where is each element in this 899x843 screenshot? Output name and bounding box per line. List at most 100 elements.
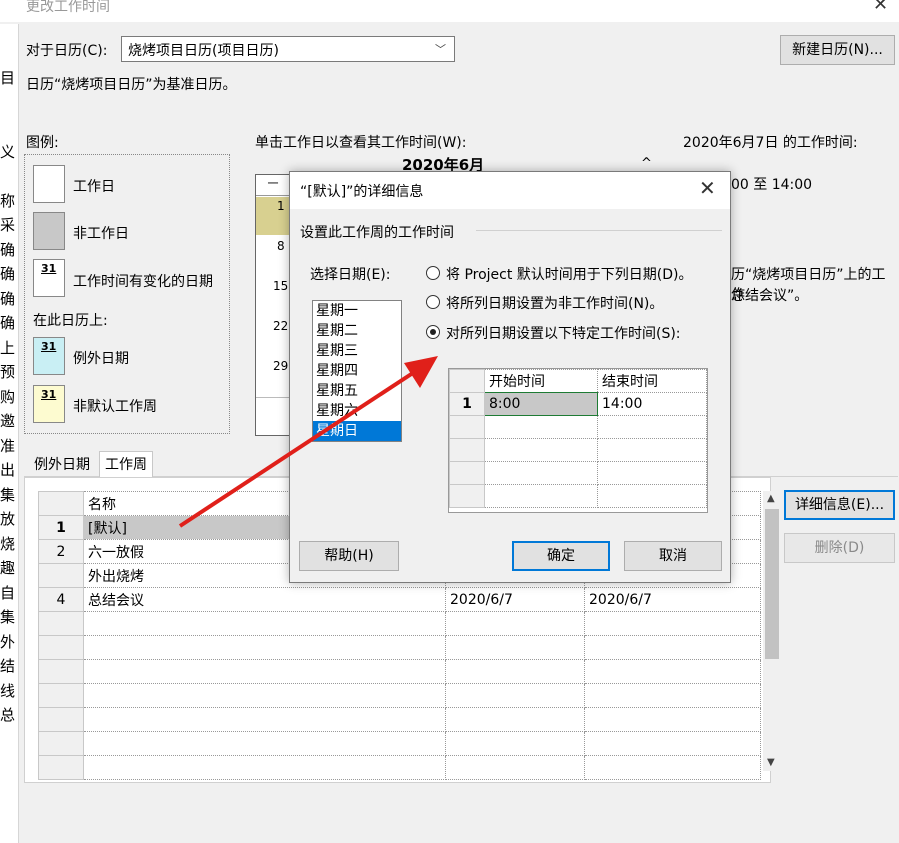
table-row-empty[interactable] <box>38 755 761 780</box>
tab-work-weeks[interactable]: 工作周 <box>99 451 153 478</box>
day-item-saturday[interactable]: 星期六 <box>313 401 401 421</box>
scroll-down-arrow-icon[interactable]: ▼ <box>767 757 775 768</box>
background-strip-char: 自 <box>0 583 16 602</box>
details-button[interactable]: 详细信息(E)... <box>784 490 895 520</box>
table-cell-name[interactable]: 总结会议 <box>83 587 446 612</box>
background-strip-char: 确 <box>0 265 16 283</box>
table-cell-start[interactable]: 2020/6/7 <box>445 587 585 612</box>
calendar-for-label: 对于日历(C): <box>26 43 108 59</box>
legend-working-label: 工作日 <box>73 179 115 195</box>
scrollbar-thumb[interactable] <box>765 509 779 659</box>
background-strip-char: 外 <box>0 632 16 651</box>
weekday-header: 一 <box>256 175 290 196</box>
working-times-table: 开始时间 结束时间 1 8:00 14:00 <box>449 369 707 508</box>
legend-exception-label: 例外日期 <box>73 351 129 367</box>
background-strip-char: 义 <box>0 142 16 161</box>
close-icon[interactable]: ✕ <box>873 0 888 15</box>
working-time-row-empty[interactable] <box>449 461 707 485</box>
row-number[interactable] <box>38 563 84 588</box>
day-item-sunday[interactable]: 星期日 <box>313 421 401 441</box>
calendar-day-8[interactable]: 8 <box>277 239 285 253</box>
delete-button[interactable]: 删除(D) <box>784 533 895 563</box>
radio-nonworking[interactable] <box>426 295 440 309</box>
legend-nondefault-label: 非默认工作周 <box>73 399 157 415</box>
row-header-corner <box>38 491 84 516</box>
day-item-monday[interactable]: 星期一 <box>313 301 401 321</box>
calendar-day-15[interactable]: 15 <box>273 279 288 293</box>
working-times-grid: 开始时间 结束时间 1 8:00 14:00 <box>448 368 708 513</box>
day-item-wednesday[interactable]: 星期三 <box>313 341 401 361</box>
row-number[interactable]: 1 <box>38 515 84 540</box>
column-header-end-time: 结束时间 <box>597 369 707 393</box>
table-row-empty[interactable] <box>38 611 761 636</box>
row-number[interactable]: 4 <box>38 587 84 612</box>
calendar-day-selected[interactable] <box>256 197 290 235</box>
calendar-day-29[interactable]: 29 <box>273 359 288 373</box>
table-row[interactable]: 4 总结会议 2020/6/7 2020/6/7 <box>38 587 761 612</box>
table-row-empty[interactable] <box>38 707 761 732</box>
radio-specific-times[interactable] <box>426 325 440 339</box>
cancel-button[interactable]: 取消 <box>624 541 722 571</box>
table-row-empty[interactable] <box>38 635 761 660</box>
legend-on-calendar-label: 在此日历上: <box>33 313 108 329</box>
table-row-empty[interactable] <box>38 731 761 756</box>
selected-date-heading: 2020年6月7日 的工作时间: <box>683 135 858 151</box>
tab-exceptions[interactable]: 例外日期 <box>29 452 95 478</box>
scroll-up-arrow-icon[interactable]: ▲ <box>767 493 775 504</box>
background-strip-char: 准 <box>0 436 16 455</box>
working-time-row-empty[interactable] <box>449 438 707 462</box>
option-specific-times-label: 对所列日期设置以下特定工作时间(S): <box>446 326 681 342</box>
background-strip-char: 称 <box>0 191 16 210</box>
changed-day-swatch: 31 <box>33 259 65 297</box>
help-button[interactable]: 帮助(H) <box>299 541 399 571</box>
background-strip-char: 上 <box>0 338 16 357</box>
day-list[interactable]: 星期一 星期二 星期三 星期四 星期五 星期六 星期日 <box>312 300 402 442</box>
ok-button[interactable]: 确定 <box>512 541 610 571</box>
start-time-cell[interactable]: 8:00 <box>484 392 598 416</box>
day-item-thursday[interactable]: 星期四 <box>313 361 401 381</box>
radio-use-default[interactable] <box>426 266 440 280</box>
working-time-row-number[interactable]: 1 <box>449 392 485 416</box>
calendar-select[interactable]: 烧烤项目日历(项目日历) ﹀ <box>121 36 455 62</box>
nondefault-week-number: 31 <box>41 388 57 401</box>
row-number[interactable]: 2 <box>38 539 84 564</box>
calendar-day-22[interactable]: 22 <box>273 319 288 333</box>
table-cell-end[interactable]: 2020/6/7 <box>584 587 761 612</box>
background-strip-char <box>0 164 18 189</box>
background-strip-char: 确 <box>0 314 16 332</box>
details-dialog: “[默认]”的详细信息 ✕ 设置此工作周的工作时间 选择日期(E): 星期一 星… <box>289 171 731 583</box>
base-calendar-note: 日历“烧烤项目日历”为基准日历。 <box>26 77 237 93</box>
select-days-label: 选择日期(E): <box>310 267 391 283</box>
option-use-default-label: 将 Project 默认时间用于下列日期(D)。 <box>446 267 693 283</box>
table-scrollbar[interactable]: ▲ ▼ <box>763 491 781 771</box>
end-time-cell[interactable]: 14:00 <box>597 392 707 416</box>
working-time-row-empty[interactable] <box>449 415 707 439</box>
dialog-close-icon[interactable]: ✕ <box>699 176 716 200</box>
new-calendar-button[interactable]: 新建日历(N)... <box>780 35 895 65</box>
calendar-select-value: 烧烤项目日历(项目日历) <box>128 43 279 59</box>
calendar-day-1[interactable]: 1 <box>277 199 285 213</box>
background-strip-char: 目 <box>0 69 16 87</box>
chevron-down-icon: ﹀ <box>435 43 446 56</box>
scroll-up-icon[interactable]: ^ <box>641 156 652 171</box>
background-strip-char: 购 <box>0 387 16 406</box>
day-item-friday[interactable]: 星期五 <box>313 381 401 401</box>
background-strip-char: 结 <box>0 657 16 675</box>
background-strip-char: 线 <box>0 681 16 700</box>
working-times-corner <box>449 369 485 393</box>
day-item-tuesday[interactable]: 星期二 <box>313 321 401 341</box>
exception-day-number: 31 <box>41 340 57 353</box>
table-row-empty[interactable] <box>38 659 761 684</box>
calendar-grid[interactable]: 一 1 8 15 22 29 <box>255 174 291 436</box>
dialog-title: “[默认]”的详细信息 <box>300 184 424 200</box>
working-time-row[interactable]: 1 8:00 14:00 <box>449 392 707 416</box>
exception-day-swatch: 31 <box>33 337 65 375</box>
changed-day-number: 31 <box>41 262 57 275</box>
working-time-row-empty[interactable] <box>449 484 707 508</box>
background-window-strip: 目 义 称采确确确确上预购邀准出集放烧趣自集外结线总 <box>0 24 19 843</box>
legend-panel: 工作日 非工作日 31 工作时间有变化的日期 在此日历上: 31 例外日期 31… <box>24 154 230 434</box>
background-strip-char <box>0 91 18 116</box>
based-on-text-line2: 总结会议”。 <box>731 288 809 304</box>
table-row-empty[interactable] <box>38 683 761 708</box>
background-strip-char: 采 <box>0 216 16 234</box>
